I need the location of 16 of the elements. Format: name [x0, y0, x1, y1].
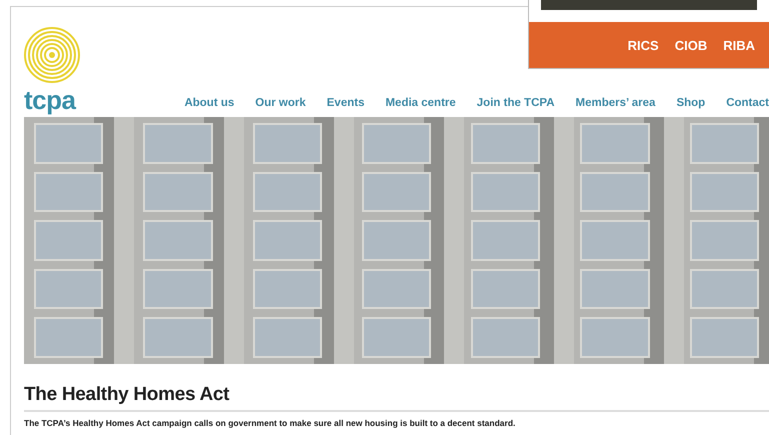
- nav-link[interactable]: Events: [326, 97, 364, 109]
- nav-link[interactable]: Members’ area: [576, 97, 656, 109]
- sponsor-logo: CIOB: [674, 38, 708, 52]
- nav-link[interactable]: Join the TCPA: [476, 97, 555, 109]
- nav-link[interactable]: Shop: [676, 97, 706, 109]
- nav-link[interactable]: Our work: [255, 97, 306, 109]
- nav-link[interactable]: About us: [184, 97, 234, 109]
- sponsor-logo: RICS: [628, 38, 659, 52]
- site-logo[interactable]: tcpa: [24, 87, 80, 113]
- article-title: The Healthy Homes Act: [24, 384, 769, 412]
- article-intro: The TCPA’s Healthy Homes Act campaign calls on government to make sure all new housing is built to a decent standard.: [24, 418, 516, 429]
- concentric-circles-logo-icon: [24, 27, 80, 83]
- nav-link[interactable]: Media centre: [385, 97, 456, 109]
- advert-banner[interactable]: RICS CIOB RIBA: [528, 0, 769, 69]
- sponsor-logo: RIBA: [723, 38, 755, 52]
- nav-link[interactable]: Contact: [726, 97, 769, 109]
